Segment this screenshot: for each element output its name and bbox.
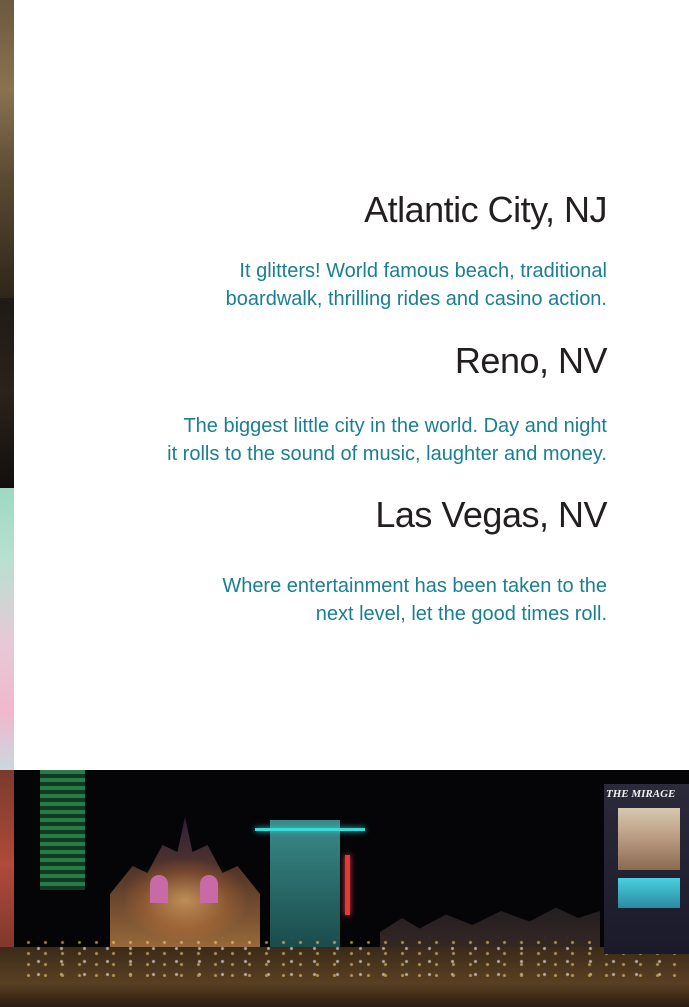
- atlantic-city-photo-edge: [0, 0, 14, 298]
- neon-line: [255, 828, 365, 831]
- mirage-sign-text: THE MIRAGE: [606, 788, 676, 800]
- description-line: boardwalk, thrilling rides and casino ac…: [225, 288, 607, 310]
- city-title: Las Vegas, NV: [375, 494, 607, 535]
- city-title: Atlantic City, NJ: [364, 189, 607, 230]
- description-line: It glitters! World famous beach, traditi…: [239, 260, 607, 282]
- neon-red-sign: [345, 855, 350, 915]
- mirage-sign-screen: [618, 878, 680, 908]
- description-line: next level, let the good times roll.: [315, 603, 607, 625]
- description-line: The biggest little city in the world. Da…: [183, 415, 607, 437]
- pink-arch: [200, 875, 218, 903]
- pink-arch: [150, 875, 168, 903]
- reno-photo-edge: [0, 298, 14, 488]
- left-photo-strip: [0, 0, 14, 770]
- city-lights: [20, 937, 680, 977]
- las-vegas-photo-edge: [0, 488, 14, 770]
- teal-building: [270, 820, 340, 950]
- castle-glow: [125, 860, 245, 940]
- city-title: Reno, NV: [454, 340, 608, 381]
- city-description: It glitters! World famous beach, traditi…: [226, 257, 607, 313]
- mirage-sign-screen: [618, 808, 680, 870]
- description-line: Where entertainment has been taken to th…: [222, 575, 607, 597]
- las-vegas-night-photo: THE MIRAGE: [0, 770, 689, 1007]
- city-description: Where entertainment has been taken to th…: [222, 572, 607, 628]
- city-description: The biggest little city in the world. Da…: [167, 412, 607, 468]
- green-tower: [40, 770, 85, 890]
- description-line: it rolls to the sound of music, laughter…: [167, 443, 607, 465]
